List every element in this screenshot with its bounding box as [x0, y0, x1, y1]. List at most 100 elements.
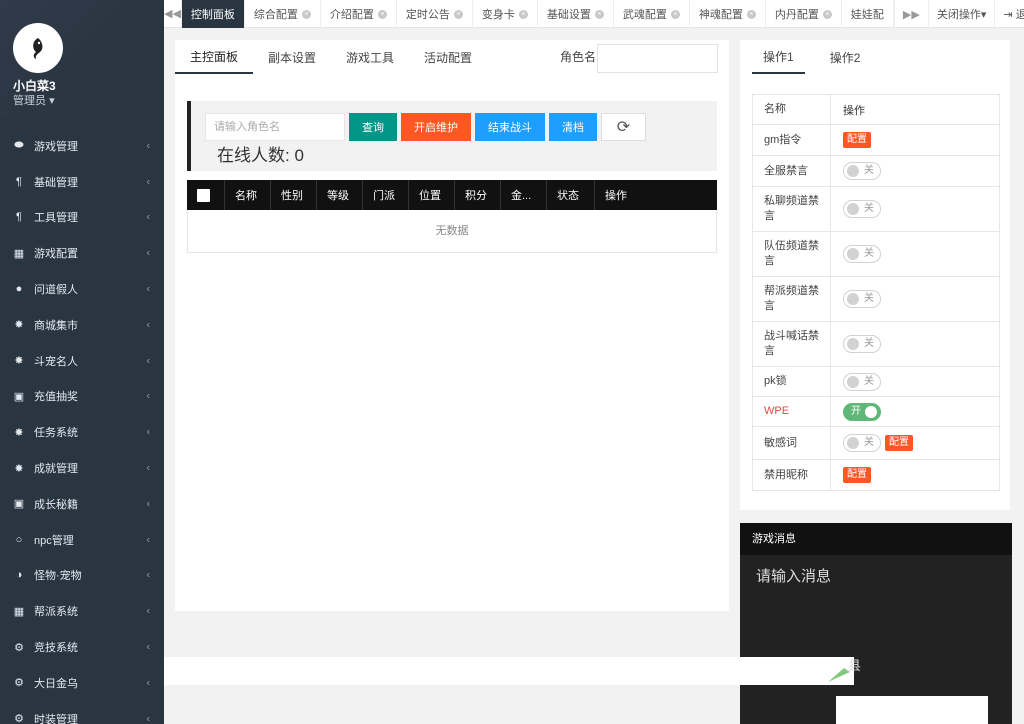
toggle-switch[interactable]: 开 — [843, 402, 881, 421]
sidebar-item[interactable]: ✸ 商城集市 ‹ — [0, 307, 164, 343]
half-circle-icon: ◑ — [15, 569, 23, 582]
config-button[interactable]: 配置 — [843, 132, 871, 148]
toggle-state: 关 — [864, 248, 874, 259]
config-button[interactable]: 配置 — [843, 467, 871, 483]
tab-item[interactable]: 内丹配置 × — [766, 0, 842, 28]
operation-control: 关 — [831, 232, 999, 276]
end-battle-button[interactable]: 结束战斗 — [475, 113, 545, 141]
maintenance-button[interactable]: 开启维护 — [401, 113, 471, 141]
chevron-left-icon: ‹ — [146, 319, 150, 331]
close-icon[interactable]: × — [377, 9, 387, 19]
tab-item[interactable]: 综合配置 × — [245, 0, 321, 28]
table-header-cell: 门派 — [363, 180, 409, 210]
main-subtab[interactable]: 副本设置 — [253, 40, 331, 74]
close-icon[interactable]: × — [594, 9, 604, 19]
toggle-knob — [847, 203, 859, 215]
tab-label: 基础设置 — [546, 9, 591, 21]
main-subtab[interactable]: 主控面板 — [175, 40, 254, 74]
operation-name: pk锁 — [753, 367, 831, 396]
sidebar-item[interactable]: ⚙ 竞技系统 ‹ — [0, 629, 164, 665]
sidebar-item[interactable]: ✸ 斗宠名人 ‹ — [0, 343, 164, 379]
chevron-left-icon: ‹ — [146, 641, 150, 653]
sidebar-item-label: 商城集市 — [34, 319, 78, 332]
tab-label: 综合配置 — [253, 9, 298, 21]
toggle-knob — [847, 248, 859, 260]
operations-tab[interactable]: 操作2 — [819, 40, 872, 74]
main-subtab[interactable]: 游戏工具 — [331, 40, 409, 74]
sidebar-item[interactable]: ✸ 成就管理 ‹ — [0, 450, 164, 486]
tab-item[interactable]: 介绍配置 × — [321, 0, 397, 28]
operations-tab[interactable]: 操作1 — [752, 40, 805, 74]
sidebar-item[interactable]: ⚙ 大日金乌 ‹ — [0, 665, 164, 701]
sidebar-item[interactable]: ○ npc管理 ‹ — [0, 522, 164, 558]
chevron-left-icon: ‹ — [146, 677, 150, 689]
select-all-checkbox-cell[interactable] — [187, 180, 225, 210]
close-icon[interactable]: × — [518, 9, 528, 19]
tab-label: 控制面板 — [190, 9, 235, 21]
sidebar-item[interactable]: ⬬ 游戏管理 ‹ — [0, 128, 164, 164]
table-header-cell: 金... — [501, 180, 547, 210]
close-icon[interactable]: × — [301, 9, 311, 19]
user-role-dropdown[interactable]: 管理员 ▾ — [13, 92, 55, 108]
toggle-switch[interactable]: 关 — [843, 335, 881, 353]
operation-row: 战斗喊话禁言 关 — [753, 322, 999, 367]
toggle-switch[interactable]: 关 — [843, 372, 881, 391]
gear-icon: ✸ — [14, 319, 24, 332]
search-input[interactable]: 请输入角色名 — [205, 113, 345, 141]
chevron-left-icon: ‹ — [146, 247, 150, 259]
sidebar-item[interactable]: ▣ 成长秘籍 ‹ — [0, 486, 164, 522]
tab-item[interactable]: 定时公告 × — [397, 0, 473, 28]
toggle-switch[interactable]: 关 — [843, 162, 881, 180]
operation-name: gm指令 — [753, 125, 831, 155]
toggle-switch[interactable]: 关 — [843, 200, 881, 218]
main-subtab[interactable]: 活动配置 — [409, 40, 487, 74]
tab-item[interactable]: 变身卡 × — [473, 0, 538, 28]
sidebar-item[interactable]: ▣ 充值抽奖 ‹ — [0, 379, 164, 415]
message-input[interactable]: 请输入消息 — [740, 555, 1012, 596]
sidebar-item[interactable]: ¶ 工具管理 ‹ — [0, 200, 164, 236]
user-role-label: 管理员 — [13, 95, 46, 107]
tab-label: 定时公告 — [405, 9, 450, 21]
tab-item[interactable]: 武魂配置 × — [614, 0, 690, 28]
sidebar-item[interactable]: ● 问道假人 ‹ — [0, 271, 164, 307]
chevron-left-icon: ‹ — [146, 713, 150, 724]
sidebar-item[interactable]: ▦ 帮派系统 ‹ — [0, 593, 164, 629]
operation-control: 配置 — [831, 125, 999, 155]
tab-next-button[interactable]: ▶▶ — [893, 0, 928, 28]
tab-item[interactable]: 神魂配置 × — [690, 0, 766, 28]
toggle-switch[interactable]: 关 — [843, 245, 881, 263]
tab-prev-button[interactable]: ◀◀ — [164, 0, 182, 27]
sidebar-item[interactable]: ◑ 怪物·宠物 ‹ — [0, 558, 164, 594]
cogs-icon: ⚙ — [14, 677, 24, 690]
operation-name: 私聊频道禁言 — [753, 187, 831, 231]
config-button[interactable]: 配置 — [885, 435, 913, 451]
sidebar-item[interactable]: ▦ 游戏配置 ‹ — [0, 235, 164, 271]
toggle-switch[interactable]: 关 — [843, 434, 881, 452]
sidebar-item[interactable]: ✸ 任务系统 ‹ — [0, 414, 164, 450]
toggle-switch[interactable]: 关 — [843, 290, 881, 308]
clear-data-button[interactable]: 清档 — [549, 113, 597, 141]
query-button[interactable]: 查询 — [349, 113, 397, 141]
close-icon[interactable]: × — [453, 9, 463, 19]
close-icon[interactable]: × — [822, 9, 832, 19]
toggle-state: 开 — [851, 405, 861, 417]
table-header-cell: 名称 — [225, 180, 271, 210]
operations-tabs: 操作1 操作2 — [752, 40, 885, 74]
sidebar-item-label: 工具管理 — [34, 212, 78, 225]
close-ops-dropdown[interactable]: 关闭操作 ▾ — [927, 0, 995, 28]
sidebar-item[interactable]: ⚙ 时装管理 ‹ — [0, 701, 164, 724]
tab-item[interactable]: 基础设置 × — [538, 0, 614, 28]
avatar[interactable] — [13, 23, 63, 73]
sidebar-item[interactable]: ¶ 基础管理 ‹ — [0, 164, 164, 200]
select-all-checkbox[interactable] — [197, 188, 210, 202]
operation-name: 帮派频道禁言 — [753, 277, 831, 321]
tab-item[interactable]: 控制面板 — [181, 0, 245, 28]
close-icon[interactable]: × — [670, 9, 680, 19]
player-table: 名称 性别 等级 门派 位置 积分 金... 状态 操作 无数据 — [187, 180, 717, 253]
operation-control: 关配置 — [831, 427, 999, 459]
close-icon[interactable]: × — [746, 9, 756, 19]
refresh-button[interactable]: ⟳ — [601, 113, 646, 141]
role-name-input[interactable] — [597, 44, 718, 73]
tab-item[interactable]: 娃娃配 — [842, 0, 894, 28]
logout-button[interactable]: ⇥ 退出 — [994, 0, 1024, 28]
